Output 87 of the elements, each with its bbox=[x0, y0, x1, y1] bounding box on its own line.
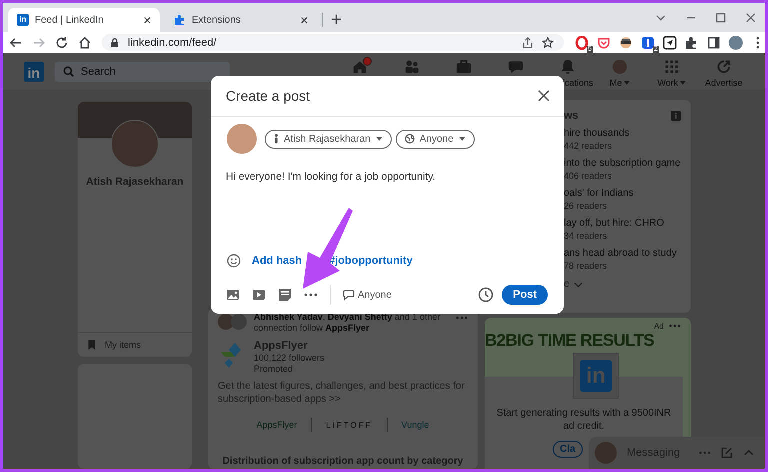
extension-icon[interactable] bbox=[641, 36, 655, 50]
close-icon[interactable] bbox=[745, 12, 757, 24]
work-icon bbox=[664, 58, 680, 74]
lock-icon bbox=[110, 38, 120, 48]
share-icon[interactable] bbox=[522, 36, 534, 48]
document-icon[interactable] bbox=[278, 288, 292, 302]
extension-icon[interactable] bbox=[619, 36, 633, 50]
news-heading: ws bbox=[564, 110, 579, 122]
reader-count: 442 readers bbox=[564, 140, 614, 152]
browser-tab[interactable]: in Feed | LinkedIn bbox=[8, 8, 160, 32]
post-button[interactable]: Post bbox=[502, 285, 548, 305]
news-headline[interactable]: hire thousands bbox=[564, 127, 681, 140]
comment-audience-button[interactable]: Anyone bbox=[343, 289, 392, 301]
side-panel-icon[interactable] bbox=[707, 36, 721, 50]
advertiser-logo: in bbox=[573, 353, 619, 399]
reload-icon[interactable] bbox=[55, 36, 69, 50]
news-headline[interactable]: lay off, but hire: CHRO bbox=[564, 217, 681, 230]
tab-favicon-icon: in bbox=[17, 14, 29, 26]
home-icon[interactable] bbox=[78, 36, 92, 50]
puzzle-icon bbox=[174, 14, 186, 26]
chevron-down-icon bbox=[574, 282, 583, 288]
my-items-link[interactable]: My items bbox=[78, 333, 192, 357]
nav-item[interactable]: Me bbox=[594, 54, 646, 88]
jobs-icon bbox=[456, 58, 472, 74]
star-icon[interactable] bbox=[542, 36, 554, 48]
partner-logo: Vungle bbox=[402, 420, 430, 430]
nav-item[interactable]: Advertise bbox=[698, 54, 750, 88]
dialog-title: Create a post bbox=[226, 88, 310, 104]
nav-item[interactable]: Work bbox=[646, 54, 698, 88]
globe-icon bbox=[404, 134, 415, 144]
claim-button[interactable]: Cla bbox=[553, 441, 583, 458]
advertise-icon bbox=[716, 58, 732, 74]
ad-text: Start generating results with a 9500INR ad credit. bbox=[496, 407, 672, 433]
profile-name[interactable]: Atish Rajasekharan bbox=[86, 176, 184, 188]
hashtag-link[interactable]: #jobopportunity bbox=[329, 255, 413, 267]
partner-logo: AppsFlyer bbox=[256, 420, 298, 430]
close-icon[interactable] bbox=[143, 16, 152, 24]
close-icon[interactable] bbox=[538, 90, 550, 102]
caret-icon bbox=[458, 137, 466, 141]
address-bar[interactable]: linkedin.com/feed/ bbox=[102, 34, 564, 51]
close-icon[interactable] bbox=[300, 16, 309, 24]
user-avatar bbox=[227, 124, 257, 154]
reader-count: 406 readers bbox=[564, 170, 614, 182]
site-logo[interactable]: in bbox=[24, 62, 44, 82]
post-text-field[interactable]: Hi everyone! I'm looking for a job opportunity. bbox=[211, 171, 564, 183]
add-hashtag-link[interactable]: Add hash bbox=[252, 255, 302, 267]
comment-icon bbox=[343, 289, 355, 301]
url-text: linkedin.com/feed/ bbox=[128, 36, 217, 48]
ad-headline: B2BIG TIME RESULTS bbox=[485, 331, 656, 351]
reader-count: 26 readers bbox=[564, 200, 608, 212]
image-title: Distribution of subscription app count by category bbox=[222, 456, 464, 469]
video-icon[interactable] bbox=[252, 288, 266, 302]
me-icon bbox=[612, 58, 628, 74]
messaging-icon bbox=[508, 58, 524, 74]
photo-icon[interactable] bbox=[226, 288, 240, 302]
user-avatar bbox=[595, 442, 617, 464]
notifications-icon bbox=[560, 58, 576, 74]
new-tab-icon[interactable] bbox=[331, 14, 342, 25]
caret-icon bbox=[376, 137, 383, 141]
search-field[interactable]: Search bbox=[55, 62, 230, 82]
reader-count: 34 readers bbox=[564, 230, 608, 242]
extension-icon[interactable] bbox=[663, 36, 677, 50]
news-headline[interactable]: oals' for Indians bbox=[564, 187, 681, 200]
company-name[interactable]: AppsFlyer bbox=[254, 340, 325, 353]
reader-count: 78 readers bbox=[564, 260, 608, 272]
emoji-icon[interactable] bbox=[227, 254, 241, 268]
news-headline[interactable]: into the subscription game bbox=[564, 157, 681, 170]
author-dropdown[interactable]: Atish Rajasekharan bbox=[265, 130, 392, 148]
audience-dropdown[interactable]: Anyone bbox=[396, 130, 475, 148]
ad-label: Ad bbox=[654, 322, 664, 330]
follower-count: 100,122 followers bbox=[254, 353, 325, 364]
bookmark-icon bbox=[87, 340, 97, 350]
browser-tab[interactable]: Extensions bbox=[165, 8, 317, 32]
nav-item[interactable]: ications bbox=[542, 54, 594, 88]
promoted-label: Promoted bbox=[254, 364, 294, 374]
network-icon bbox=[404, 58, 420, 74]
social-line: Abhishek Yadav, Devyani Shetty and 1 other connection follow AppsFlyer bbox=[254, 312, 442, 334]
partner-logo: LIFTOFF bbox=[326, 420, 373, 430]
back-icon[interactable] bbox=[9, 36, 23, 50]
search-icon bbox=[63, 66, 75, 78]
news-headline[interactable]: ans head abroad to study bbox=[564, 247, 681, 260]
extension-icon[interactable] bbox=[575, 36, 589, 50]
profile-avatar[interactable] bbox=[729, 36, 743, 50]
maximize-icon[interactable] bbox=[715, 12, 727, 24]
puzzle-icon[interactable] bbox=[685, 36, 699, 50]
avatar-pair bbox=[218, 314, 248, 330]
clock-icon[interactable] bbox=[478, 287, 494, 303]
